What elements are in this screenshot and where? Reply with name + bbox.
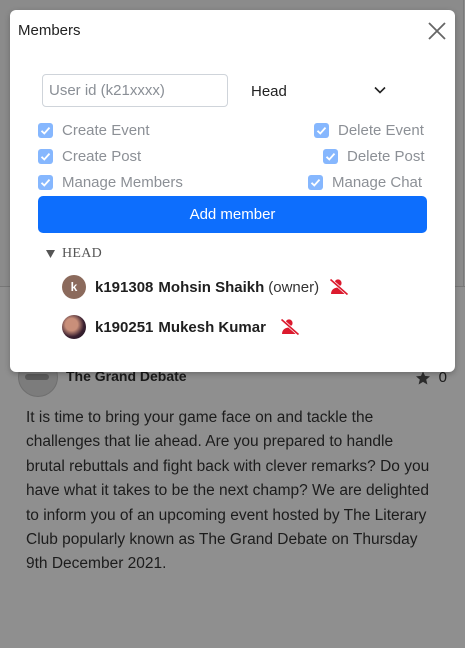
- role-select[interactable]: Head: [242, 74, 396, 107]
- member-row: k190251 Mukesh Kumar: [62, 314, 300, 340]
- remove-user-icon[interactable]: [329, 278, 349, 296]
- perm-label: Delete Post: [347, 147, 425, 165]
- avatar: k: [62, 275, 86, 299]
- post-body: It is time to bring your game face on an…: [26, 409, 430, 573]
- perm-label: Create Event: [62, 121, 150, 139]
- role-select-value: Head: [251, 83, 287, 100]
- perm-delete-event[interactable]: Delete Event: [314, 120, 424, 140]
- star-icon[interactable]: [415, 370, 431, 386]
- caret-down-icon: [46, 250, 55, 258]
- member-role-note: (owner): [268, 278, 320, 296]
- remove-user-icon[interactable]: [280, 318, 300, 336]
- perm-delete-post[interactable]: Delete Post: [323, 146, 425, 166]
- member-name: Mohsin Shaikh: [158, 278, 265, 296]
- add-member-button[interactable]: Add member: [38, 196, 427, 233]
- member-id: k191308: [95, 278, 154, 296]
- member-name: Mukesh Kumar: [158, 318, 266, 336]
- checkbox-create-post[interactable]: [38, 148, 53, 164]
- checkbox-manage-chat[interactable]: [308, 174, 323, 190]
- group-label: HEAD: [62, 246, 103, 261]
- checkbox-create-event[interactable]: [38, 122, 53, 138]
- perm-label: Create Post: [62, 147, 142, 165]
- userid-input[interactable]: [42, 74, 228, 107]
- member-id: k190251: [95, 318, 154, 336]
- checkbox-delete-event[interactable]: [314, 122, 329, 138]
- chevron-down-icon: [374, 86, 386, 94]
- member-row: k k191308 Mohsin Shaikh (owner): [62, 274, 349, 300]
- group-header-head[interactable]: HEAD: [46, 246, 102, 262]
- avatar: [62, 315, 86, 339]
- perm-create-event[interactable]: Create Event: [38, 120, 150, 140]
- checkbox-delete-post[interactable]: [323, 148, 338, 164]
- members-modal: Members Head Create Event Create Post Ma…: [10, 10, 455, 372]
- perm-label: Manage Chat: [332, 173, 423, 191]
- modal-title: Members: [18, 22, 81, 39]
- perm-manage-chat[interactable]: Manage Chat: [308, 172, 422, 192]
- perm-manage-members[interactable]: Manage Members: [38, 172, 183, 192]
- perm-label: Manage Members: [62, 173, 183, 191]
- perm-label: Delete Event: [338, 121, 424, 139]
- checkbox-manage-members[interactable]: [38, 174, 53, 190]
- perm-create-post[interactable]: Create Post: [38, 146, 141, 166]
- close-icon[interactable]: [425, 19, 449, 43]
